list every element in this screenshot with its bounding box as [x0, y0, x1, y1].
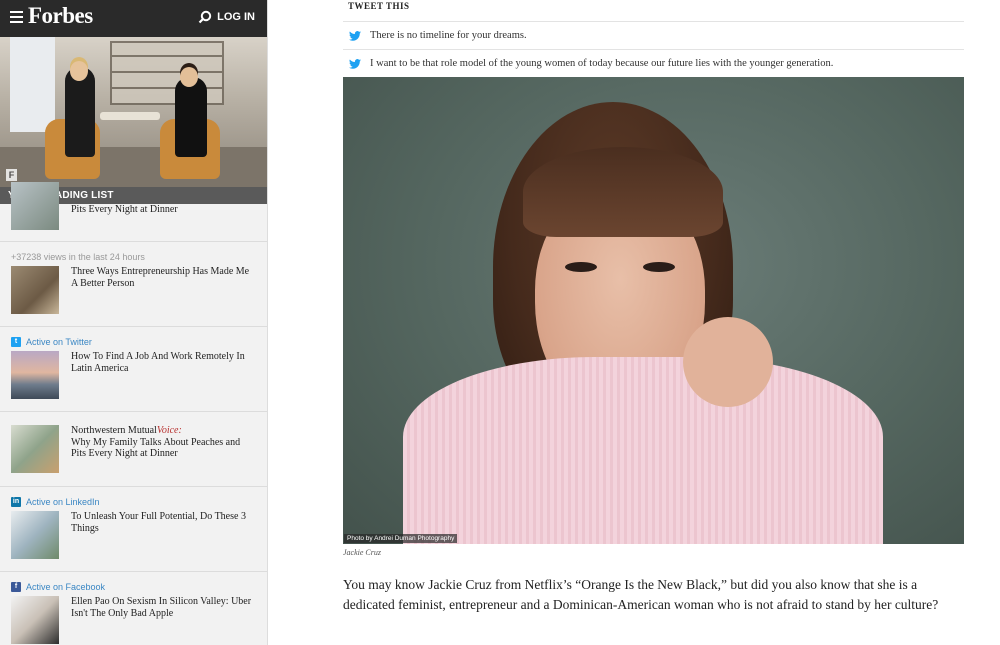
source-text: Active on Facebook [26, 582, 106, 592]
list-item[interactable]: f Active on Facebook Ellen Pao On Sexism… [0, 572, 267, 645]
article-thumbnail[interactable] [11, 425, 59, 473]
list-item[interactable]: Northwestern MutualVoice: Why My Family … [0, 412, 267, 487]
video-player[interactable]: F [0, 37, 267, 187]
top-navigation-bar: Forbes LOG IN [0, 0, 267, 37]
menu-icon[interactable] [10, 11, 23, 23]
facebook-icon: f [11, 582, 21, 592]
sponsor-voice: Voice: [156, 425, 182, 436]
article-thumbnail[interactable] [11, 596, 59, 644]
article-title[interactable]: To Unleash Your Full Potential, Do These… [71, 511, 256, 534]
source-label: in Active on LinkedIn [11, 497, 100, 507]
article-paragraph: You may know Jackie Cruz from Netflix’s … [343, 577, 939, 612]
tweet-this-heading: TWEET THIS [348, 1, 410, 11]
list-item[interactable]: Pits Every Night at Dinner [0, 182, 267, 242]
login-button[interactable]: LOG IN [198, 10, 255, 24]
source-label: t Active on Twitter [11, 337, 92, 347]
article-title[interactable]: Ellen Pao On Sexism In Silicon Valley: U… [71, 596, 256, 619]
tweet-this-item[interactable]: I want to be that role model of the youn… [343, 49, 964, 77]
article-title[interactable]: Three Ways Entrepreneurship Has Made Me … [71, 266, 256, 289]
photo-caption: Jackie Cruz [343, 548, 381, 557]
list-item[interactable]: +37238 views in the last 24 hours Three … [0, 242, 267, 327]
twitter-bird-icon [349, 58, 361, 69]
article-thumbnail[interactable] [11, 511, 59, 559]
article-thumbnail[interactable] [11, 351, 59, 399]
forbes-logo[interactable]: Forbes [28, 3, 93, 29]
forbes-f-icon: F [6, 169, 17, 181]
article-photo: Photo by Andrei Duman Photography [343, 77, 964, 544]
tweet-this-item[interactable]: There is no timeline for your dreams. [343, 21, 964, 49]
list-item[interactable]: in Active on LinkedIn To Unleash Your Fu… [0, 487, 267, 572]
sponsor-brand: Northwestern Mutual [71, 425, 157, 436]
source-label: f Active on Facebook [11, 582, 105, 592]
article-title[interactable]: Northwestern MutualVoice: Why My Family … [71, 425, 256, 460]
article-thumbnail[interactable] [11, 182, 59, 230]
article-title[interactable]: Pits Every Night at Dinner [71, 204, 256, 216]
list-item[interactable]: t Active on Twitter How To Find A Job An… [0, 327, 267, 412]
search-icon [198, 10, 212, 24]
photo-credit: Photo by Andrei Duman Photography [344, 534, 458, 543]
article-title-text: Why My Family Talks About Peaches and Pi… [71, 436, 241, 460]
tweet-text: I want to be that role model of the youn… [370, 58, 834, 69]
source-text: Active on LinkedIn [26, 497, 100, 507]
article-title[interactable]: How To Find A Job And Work Remotely In L… [71, 351, 256, 374]
twitter-icon: t [11, 337, 21, 347]
sidebar: Forbes LOG IN F YOUR READING LIST Pits E… [0, 0, 268, 645]
source-text: Active on Twitter [26, 337, 92, 347]
login-label: LOG IN [217, 11, 255, 23]
linkedin-icon: in [11, 497, 21, 507]
article-thumbnail[interactable] [11, 266, 59, 314]
twitter-bird-icon [349, 30, 361, 41]
views-count: +37238 views in the last 24 hours [11, 252, 145, 262]
tweet-text: There is no timeline for your dreams. [370, 30, 527, 41]
